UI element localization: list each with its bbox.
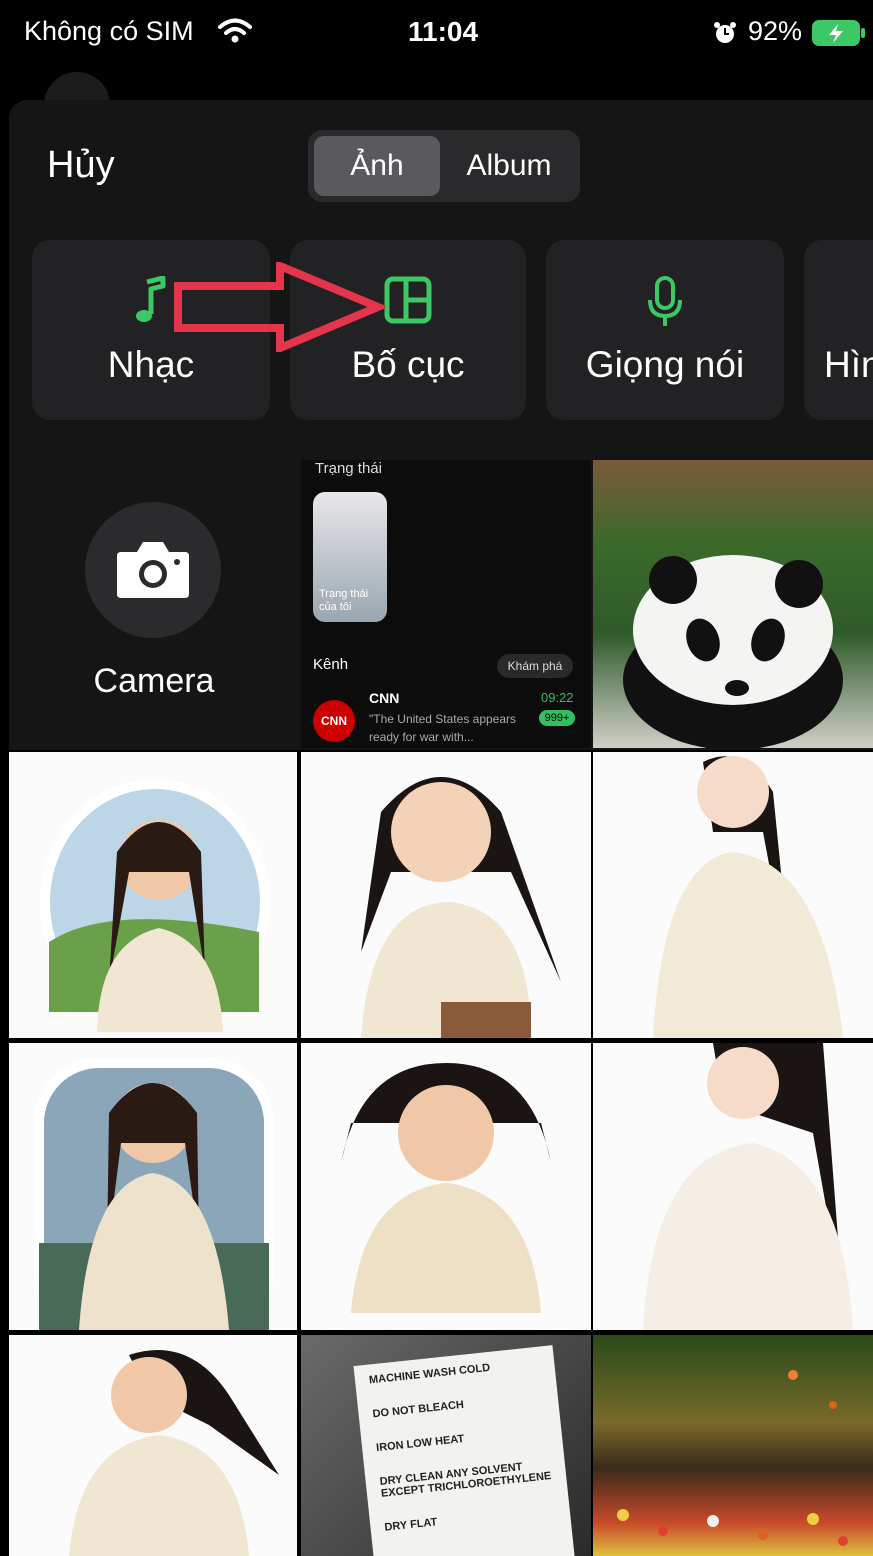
microphone-icon [546, 276, 784, 333]
care-label-tag: MACHINE WASH COLD DO NOT BLEACH IRON LOW… [353, 1345, 577, 1556]
thumb-channels-title: Kênh [313, 656, 349, 673]
photo-thumbnail-care-label[interactable]: MACHINE WASH COLD DO NOT BLEACH IRON LOW… [301, 1335, 591, 1556]
photo-thumbnail-flowers[interactable] [593, 1335, 873, 1556]
care-line: DRY CLEAN ANY SOLVENT EXCEPT TRICHLOROET… [379, 1461, 552, 1500]
option-voice-label: Giọng nói [585, 344, 745, 385]
sticker-image [40, 779, 270, 1032]
thumb-channel-badge: 999+ [539, 710, 575, 726]
carrier-label: Không có SIM [24, 16, 194, 46]
camera-icon [117, 542, 189, 598]
thumb-my-status: Trạng thái của tôi [319, 588, 369, 613]
care-line: MACHINE WASH COLD [368, 1361, 491, 1387]
photo-thumbnail-sticker[interactable] [9, 752, 297, 1038]
clock: 11:04 [408, 16, 479, 47]
option-image[interactable]: Hìn [804, 240, 873, 420]
alarm-icon [712, 20, 738, 51]
segment-album[interactable]: Album [444, 136, 574, 196]
panda-image [623, 555, 843, 748]
flowers-image [617, 1370, 848, 1546]
photo-thumbnail-sticker[interactable] [301, 752, 591, 1038]
thumb-cnn-logo: CNN [313, 700, 355, 742]
care-line: IRON LOW HEAT [375, 1432, 465, 1455]
thumb-status-title: Trạng thái [315, 460, 382, 477]
photo-thumbnail-screenshot[interactable]: Trạng thái Trạng thái của tôi Kênh Khám … [301, 460, 591, 748]
care-line: DO NOT BLEACH [372, 1398, 465, 1421]
status-bar: Không có SIM 11:04 92% [0, 0, 873, 64]
battery-percent: 92% [748, 16, 803, 46]
photo-thumbnail-sticker[interactable] [9, 1043, 297, 1330]
thumb-channel-name: CNN [369, 690, 400, 706]
photo-thumbnail-sticker[interactable] [301, 1043, 591, 1330]
option-voice[interactable]: Giọng nói [546, 240, 784, 420]
thumb-explore: Khám phá [497, 654, 573, 678]
camera-button[interactable] [85, 502, 221, 638]
photo-thumbnail-panda[interactable] [593, 460, 873, 748]
photo-thumbnail-sticker[interactable] [593, 1043, 873, 1330]
photo-thumbnail-sticker[interactable] [9, 1335, 297, 1556]
camera-cell[interactable]: Camera [9, 460, 299, 750]
source-segmented-control: Ảnh Album [308, 130, 580, 202]
battery-charging-icon [812, 20, 866, 51]
option-image-label: Hìn [824, 344, 873, 385]
care-line: DRY FLAT [383, 1516, 438, 1534]
annotation-arrow-icon [174, 262, 386, 352]
sticker-image [643, 1043, 853, 1330]
thumb-channel-time: 09:22 [541, 690, 574, 705]
cancel-button[interactable]: Hủy [47, 144, 115, 187]
segment-photos[interactable]: Ảnh [314, 136, 440, 196]
photo-thumbnail-sticker[interactable] [593, 752, 873, 1038]
wifi-icon [218, 18, 252, 49]
sticker-image [653, 756, 843, 1038]
sticker-image [69, 1350, 279, 1556]
thumb-status-card: Trạng thái của tôi [313, 492, 387, 622]
camera-label: Camera [93, 662, 215, 700]
sticker-image [34, 1058, 274, 1330]
sticker-image [361, 777, 561, 1038]
thumb-channel-message: "The United States appears ready for war… [369, 712, 517, 744]
sticker-image [341, 1063, 551, 1313]
